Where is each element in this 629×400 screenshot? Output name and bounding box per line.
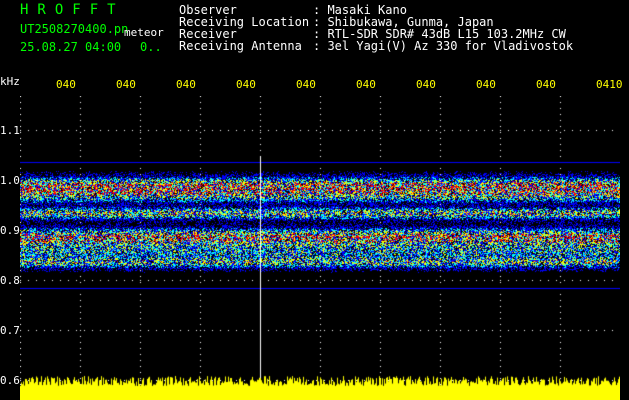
timestamp: 25.08.27 04:00	[20, 40, 122, 54]
meteor-count: 0..	[140, 40, 162, 54]
time-tick: 040	[236, 78, 256, 91]
header: HROFFT UT2508270400.pn meteor 25.08.27 0…	[0, 0, 629, 72]
time-axis: 040 040 040 040 040 040 040 040 040 0410	[0, 78, 629, 96]
spectrogram-canvas	[20, 96, 620, 400]
time-tick: 0410	[596, 78, 623, 91]
info-labels: Observer Receiving Location Receiver Rec…	[179, 4, 309, 52]
freq-tick: 0.9	[0, 224, 20, 237]
antenna-value: : 3el Yagi(V) Az 330 for Vladivostok	[313, 39, 574, 53]
time-tick: 040	[116, 78, 136, 91]
time-tick: 040	[56, 78, 76, 91]
freq-tick: 0.6	[0, 374, 20, 387]
time-tick: 040	[296, 78, 316, 91]
info-values: : Masaki Kano : Shibukawa, Gunma, Japan …	[313, 4, 573, 52]
time-tick: 040	[356, 78, 376, 91]
time-tick: 040	[176, 78, 196, 91]
freq-tick: 0.7	[0, 324, 20, 337]
time-tick: 040	[416, 78, 436, 91]
file-type-label: meteor	[124, 26, 164, 39]
hrofft-logo: HROFFT	[20, 2, 125, 18]
file-name: UT2508270400.pn	[20, 22, 129, 36]
freq-tick: 1.0	[0, 174, 20, 187]
time-tick: 040	[476, 78, 496, 91]
antenna-label: Receiving Antenna	[179, 39, 302, 53]
freq-tick: 0.8	[0, 274, 20, 287]
freq-tick: 1.1	[0, 124, 20, 137]
time-tick: 040	[536, 78, 556, 91]
